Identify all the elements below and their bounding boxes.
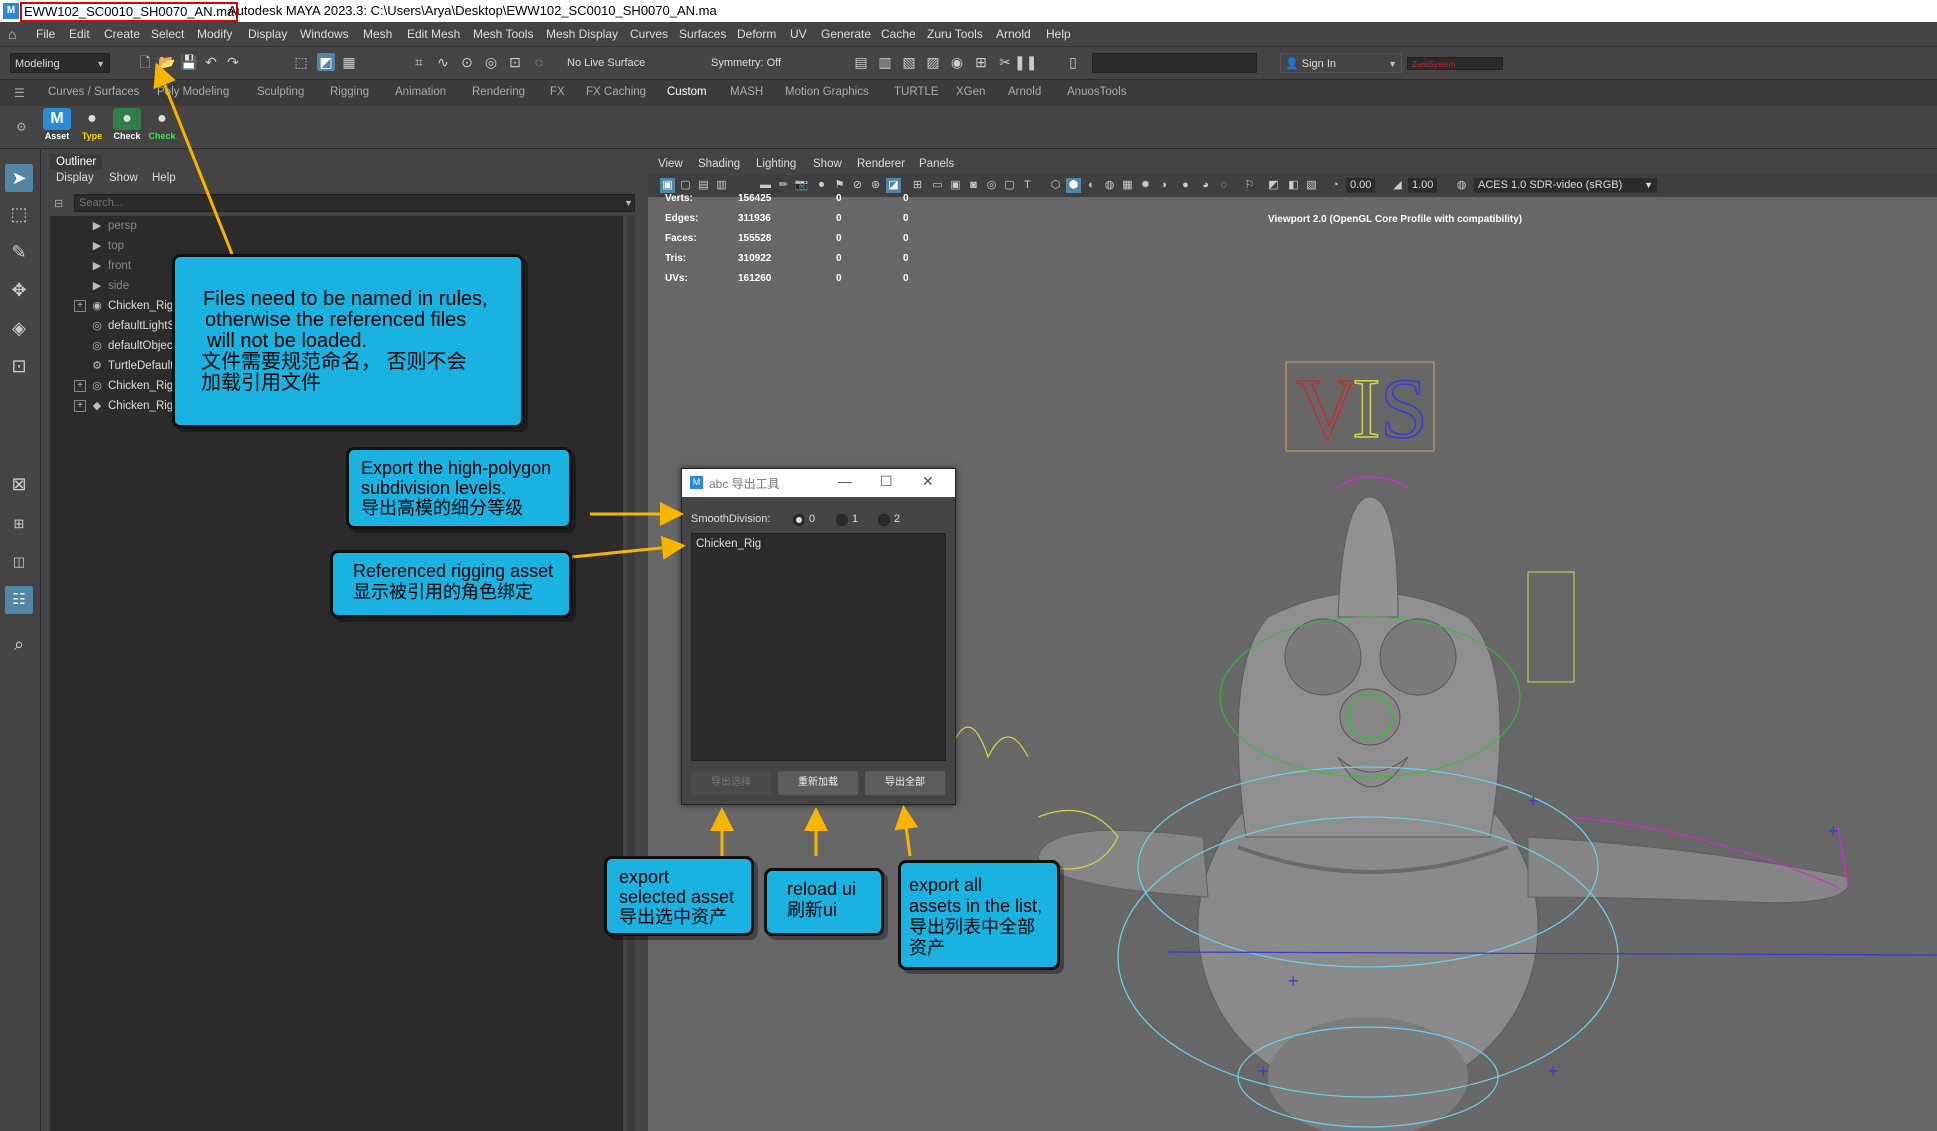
callout-rigging-line: 显示被引用的角色绑定 [353,582,533,602]
callout-naming-line: Files need to be named in rules, [203,288,488,310]
callout-export-selected-line: selected asset [619,887,735,907]
callout-export-all-line: export all [909,875,983,895]
callout-rigging-line: Referenced rigging asset [353,561,554,581]
callout-subdivision-line: subdivision levels. [361,478,507,498]
callout-reload: reload ui 刷新ui [764,868,884,936]
callout-naming-line: otherwise the referenced files [205,309,467,331]
callout-export-all-line: 资产 [909,938,945,958]
callout-subdivision: Export the high-polygon subdivision leve… [346,447,572,529]
callout-export-selected-line: export [619,867,670,887]
callout-export-all: export all assets in the list, 导出列表中全部 资… [898,860,1060,970]
callout-naming-line: 加载引用文件 [201,372,321,394]
callout-reload-line: reload ui [787,879,857,899]
callout-naming-line: will not be loaded. [207,330,368,352]
arrow-to-filename [153,62,234,255]
arrow-to-asset-list [571,535,686,560]
callout-rigging-asset: Referenced rigging asset 显示被引用的角色绑定 [330,550,572,618]
callout-naming-line: 文件需要规范命名， 否则不会 [201,351,467,373]
callout-naming-rule: Files need to be named in rules, otherwi… [172,254,524,428]
arrow-to-export-all [894,805,919,857]
callout-export-selected-line: 导出选中资产 [619,907,727,927]
callout-subdivision-line: 导出高模的细分等级 [361,498,523,518]
callout-reload-line: 刷新ui [787,900,838,920]
callout-export-all-line: assets in the list, [909,896,1043,916]
callout-export-selected: export selected asset 导出选中资产 [604,856,754,936]
callout-subdivision-line: Export the high-polygon [361,458,552,478]
callout-export-all-line: 导出列表中全部 [909,917,1035,937]
